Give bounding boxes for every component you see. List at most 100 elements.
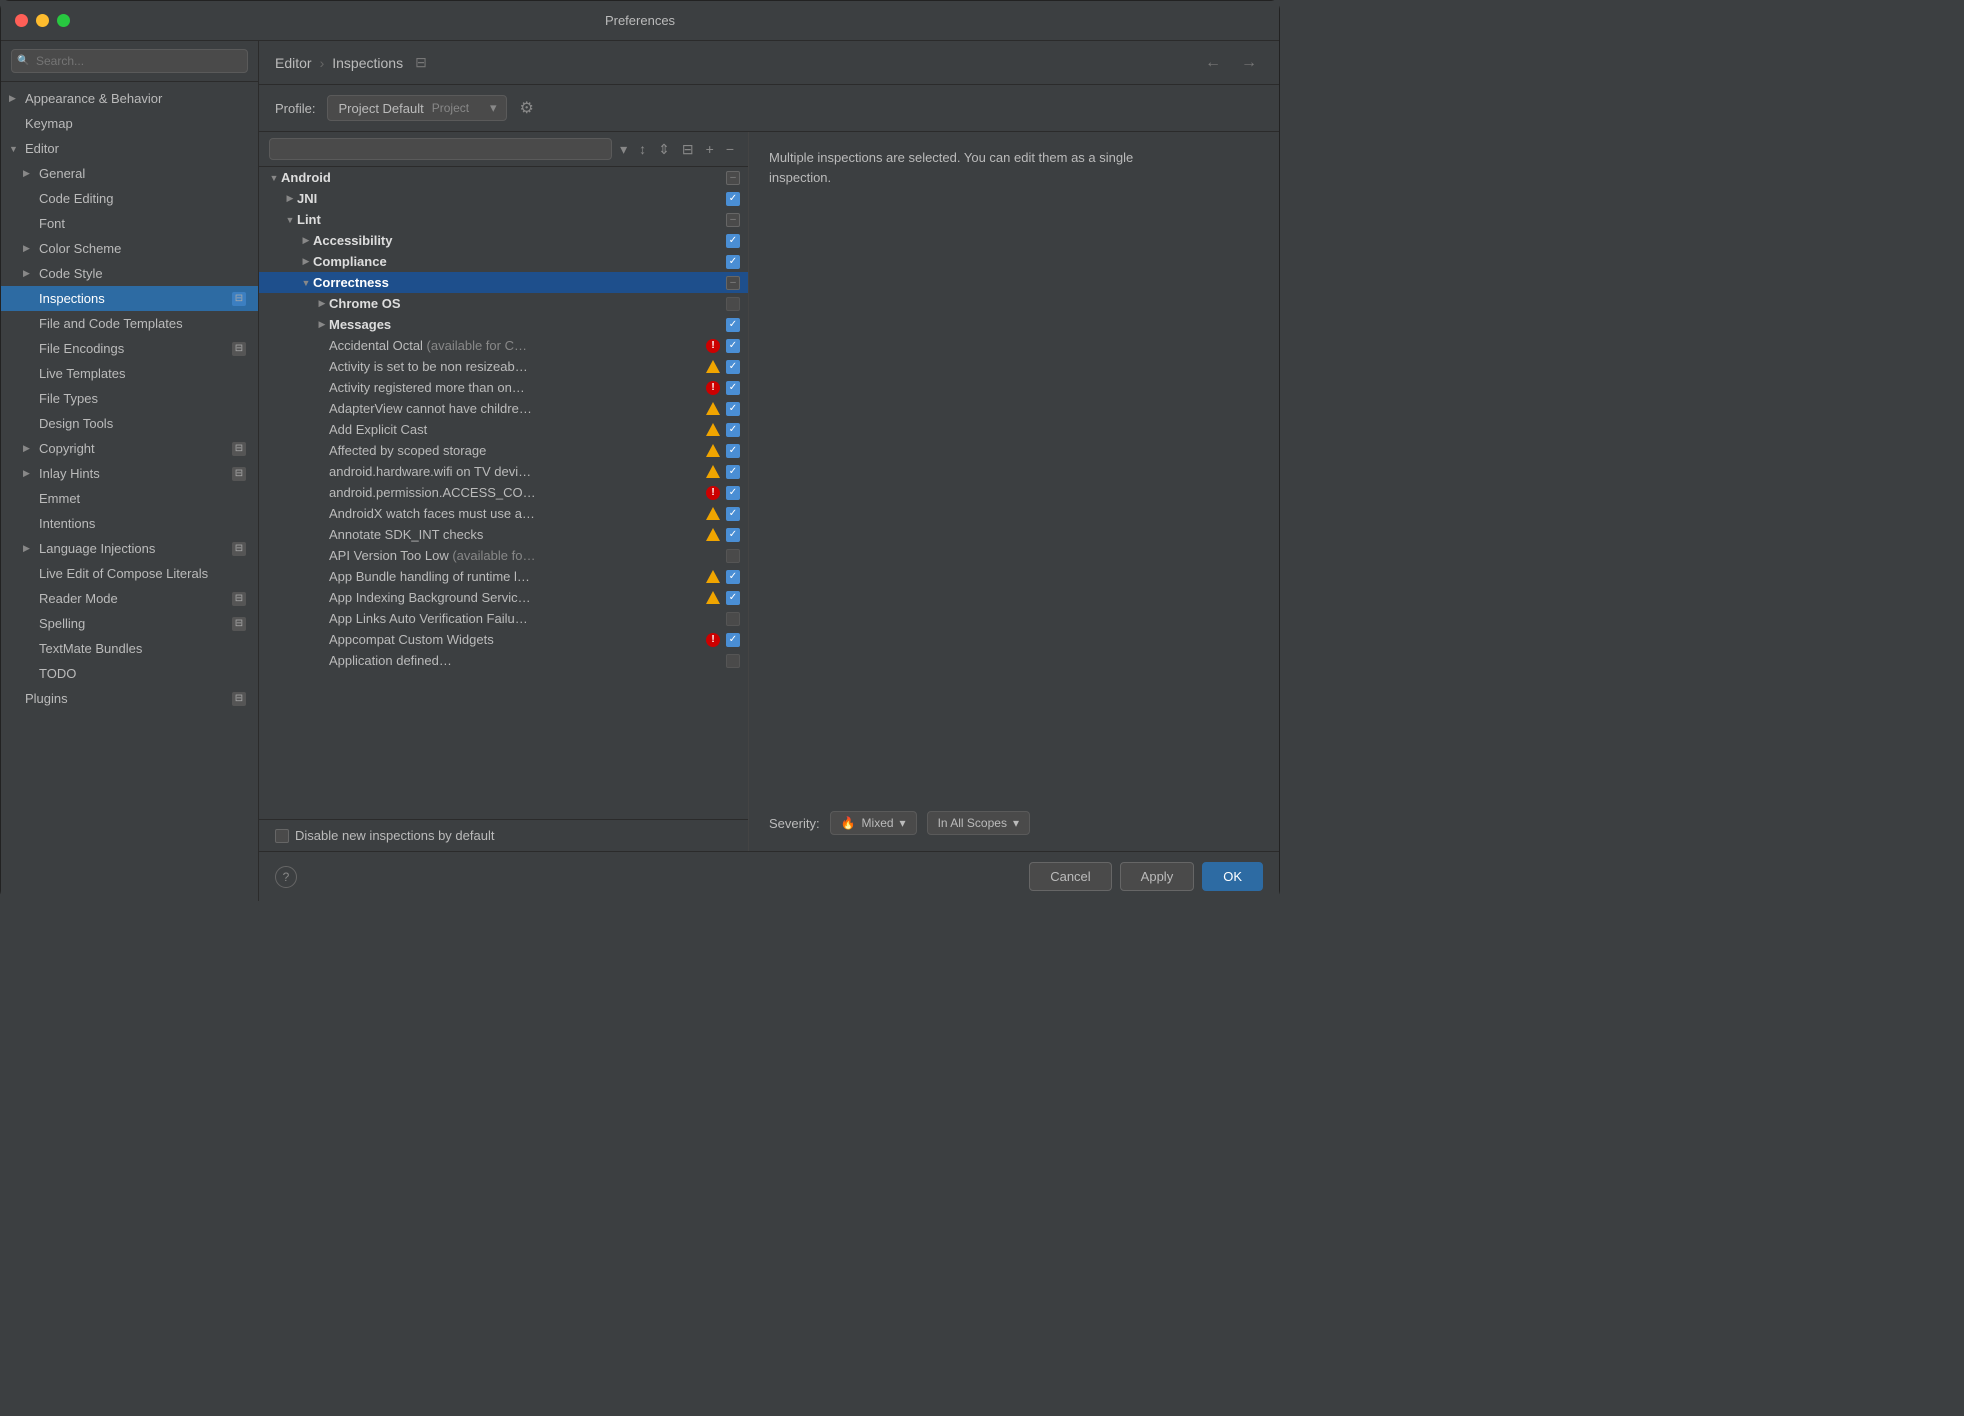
remove-inspection-button[interactable]: − <box>722 139 738 159</box>
tree-checkbox[interactable] <box>726 255 740 269</box>
tree-item-app-bundle[interactable]: App Bundle handling of runtime l… <box>259 566 748 587</box>
tree-item-add-explicit-cast[interactable]: Add Explicit Cast <box>259 419 748 440</box>
sidebar-item-intentions[interactable]: Intentions <box>1 511 258 536</box>
minimize-button[interactable] <box>36 14 49 27</box>
sidebar-item-appearance[interactable]: ▶ Appearance & Behavior <box>1 86 258 111</box>
tree-checkbox[interactable] <box>726 339 740 353</box>
tree-item-annotate-sdk[interactable]: Annotate SDK_INT checks <box>259 524 748 545</box>
tree-checkbox[interactable] <box>726 402 740 416</box>
sidebar-item-textmate[interactable]: TextMate Bundles <box>1 636 258 661</box>
tree-checkbox[interactable] <box>726 528 740 542</box>
tree-checkbox[interactable] <box>726 633 740 647</box>
group-by-button[interactable]: ⊟ <box>678 139 698 160</box>
tree-item-application-defined[interactable]: Application defined… <box>259 650 748 671</box>
tree-checkbox[interactable] <box>726 486 740 500</box>
sidebar-item-file-code-templates[interactable]: File and Code Templates <box>1 311 258 336</box>
cancel-button[interactable]: Cancel <box>1029 862 1111 891</box>
tree-checkbox[interactable] <box>726 297 740 311</box>
profile-settings-button[interactable]: ⚙ <box>519 98 533 118</box>
sidebar-item-todo[interactable]: TODO <box>1 661 258 686</box>
tree-item-hardware-wifi[interactable]: android.hardware.wifi on TV devi… <box>259 461 748 482</box>
tree-checkbox[interactable] <box>726 360 740 374</box>
sidebar-item-inlay-hints[interactable]: ▶ Inlay Hints ⊟ <box>1 461 258 486</box>
tree-item-api-version[interactable]: API Version Too Low (available fo… <box>259 545 748 566</box>
tree-item-android[interactable]: ▼ Android <box>259 167 748 188</box>
tree-item-adapterview[interactable]: AdapterView cannot have childre… <box>259 398 748 419</box>
breadcrumb-parent[interactable]: Editor <box>275 55 312 71</box>
sidebar-item-code-style[interactable]: ▶ Code Style <box>1 261 258 286</box>
tree-item-permission[interactable]: android.permission.ACCESS_CO… ! <box>259 482 748 503</box>
tree-item-accessibility[interactable]: ▶ Accessibility <box>259 230 748 251</box>
severity-select[interactable]: 🔥 Mixed ▾ <box>830 811 917 835</box>
add-inspection-button[interactable]: + <box>702 139 718 159</box>
tree-item-lint[interactable]: ▼ Lint <box>259 209 748 230</box>
help-button[interactable]: ? <box>275 866 297 888</box>
tree-item-scoped-storage[interactable]: Affected by scoped storage <box>259 440 748 461</box>
tree-item-label: AdapterView cannot have childre… <box>329 401 704 416</box>
expand-all-button[interactable]: ↕ <box>635 139 650 159</box>
tree-item-chrome-os[interactable]: ▶ Chrome OS <box>259 293 748 314</box>
sidebar-item-code-editing[interactable]: Code Editing <box>1 186 258 211</box>
tree-checkbox[interactable] <box>726 612 740 626</box>
tree-checkbox[interactable] <box>726 171 740 185</box>
tree-checkbox[interactable] <box>726 381 740 395</box>
tree-checkbox[interactable] <box>726 591 740 605</box>
tree-search-input[interactable] <box>269 138 612 160</box>
tree-item-compliance[interactable]: ▶ Compliance <box>259 251 748 272</box>
ok-button[interactable]: OK <box>1202 862 1263 891</box>
pin-button[interactable]: ⊟ <box>415 54 427 71</box>
sidebar-item-live-edit[interactable]: Live Edit of Compose Literals <box>1 561 258 586</box>
sidebar-item-editor[interactable]: ▼ Editor <box>1 136 258 161</box>
sidebar-item-design-tools[interactable]: Design Tools <box>1 411 258 436</box>
sidebar-item-inspections[interactable]: Inspections ⊟ <box>1 286 258 311</box>
tree-checkbox[interactable] <box>726 549 740 563</box>
sidebar-search-input[interactable] <box>11 49 248 73</box>
sidebar-item-spelling[interactable]: Spelling ⊟ <box>1 611 258 636</box>
sidebar-item-language-injections[interactable]: ▶ Language Injections ⊟ <box>1 536 258 561</box>
sidebar-item-emmet[interactable]: Emmet <box>1 486 258 511</box>
tree-item-app-links[interactable]: App Links Auto Verification Failu… <box>259 608 748 629</box>
tree-checkbox[interactable] <box>726 192 740 206</box>
tree-item-correctness[interactable]: ▼ Correctness <box>259 272 748 293</box>
back-button[interactable]: ← <box>1199 52 1227 74</box>
tree-checkbox[interactable] <box>726 654 740 668</box>
sidebar-item-color-scheme[interactable]: ▶ Color Scheme <box>1 236 258 261</box>
tree-checkbox[interactable] <box>726 507 740 521</box>
tree-item-accidental-octal[interactable]: Accidental Octal (available for C… ! <box>259 335 748 356</box>
tree-checkbox[interactable] <box>726 318 740 332</box>
sidebar-item-label: Color Scheme <box>39 241 121 256</box>
maximize-button[interactable] <box>57 14 70 27</box>
apply-button[interactable]: Apply <box>1120 862 1195 891</box>
profile-select-dropdown[interactable]: Project Default Project ▾ <box>327 95 507 121</box>
sidebar-item-general[interactable]: ▶ General <box>1 161 258 186</box>
tree-checkbox[interactable] <box>726 213 740 227</box>
tree-item-messages[interactable]: ▶ Messages <box>259 314 748 335</box>
disable-inspections-checkbox[interactable] <box>275 829 289 843</box>
sidebar-item-copyright[interactable]: ▶ Copyright ⊟ <box>1 436 258 461</box>
tree-item-app-indexing[interactable]: App Indexing Background Servic… <box>259 587 748 608</box>
tree-checkbox[interactable] <box>726 276 740 290</box>
tree-item-androidx-watch[interactable]: AndroidX watch faces must use a… <box>259 503 748 524</box>
collapse-all-button[interactable]: ⇕ <box>654 139 674 160</box>
tree-item-jni[interactable]: ▶ JNI <box>259 188 748 209</box>
sidebar-item-font[interactable]: Font <box>1 211 258 236</box>
forward-button[interactable]: → <box>1235 52 1263 74</box>
filter-button[interactable]: ▾ <box>616 139 631 160</box>
tree-item-activity-registered[interactable]: Activity registered more than on… ! <box>259 377 748 398</box>
sidebar-item-file-encodings[interactable]: File Encodings ⊟ <box>1 336 258 361</box>
scope-select[interactable]: In All Scopes ▾ <box>927 811 1030 835</box>
tree-checkbox[interactable] <box>726 423 740 437</box>
tree-checkbox[interactable] <box>726 570 740 584</box>
tree-checkbox[interactable] <box>726 465 740 479</box>
tree-checkbox[interactable] <box>726 444 740 458</box>
close-button[interactable] <box>15 14 28 27</box>
sidebar-item-live-templates[interactable]: Live Templates <box>1 361 258 386</box>
sidebar-item-reader-mode[interactable]: Reader Mode ⊟ <box>1 586 258 611</box>
sidebar-item-keymap[interactable]: Keymap <box>1 111 258 136</box>
disable-inspections-label[interactable]: Disable new inspections by default <box>275 828 494 843</box>
tree-checkbox[interactable] <box>726 234 740 248</box>
tree-item-appcompat-widgets[interactable]: Appcompat Custom Widgets ! <box>259 629 748 650</box>
tree-item-activity-non-resizable[interactable]: Activity is set to be non resizeab… <box>259 356 748 377</box>
sidebar-item-file-types[interactable]: File Types <box>1 386 258 411</box>
sidebar-item-plugins[interactable]: Plugins ⊟ <box>1 686 258 711</box>
